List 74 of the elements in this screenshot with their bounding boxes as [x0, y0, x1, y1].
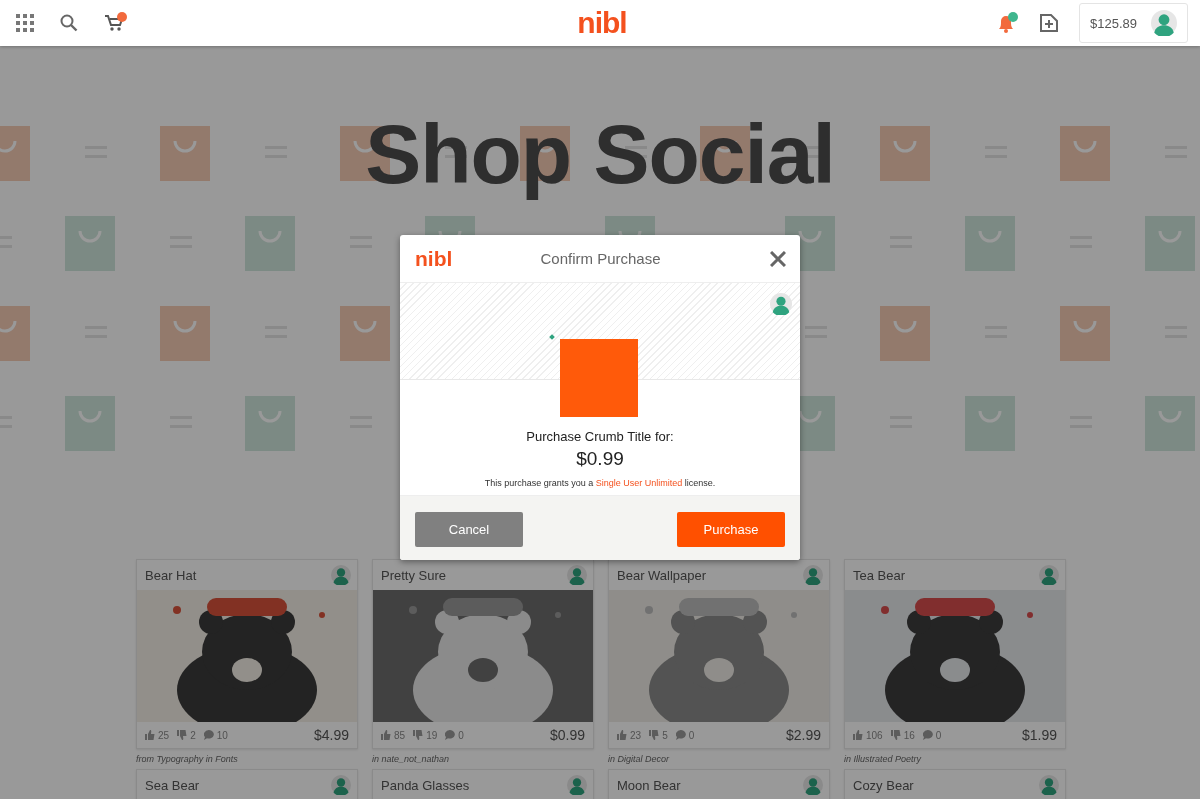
thumbs-up-icon[interactable]	[381, 730, 391, 740]
dislike-count: 5	[662, 729, 668, 741]
page-heading: Shop Social	[364, 106, 836, 203]
like-count: 106	[866, 729, 883, 741]
card-title: Sea Bear	[145, 777, 200, 793]
license-link[interactable]: Single User Unlimited	[595, 478, 683, 488]
avatar-icon[interactable]	[1039, 775, 1059, 795]
purchase-button[interactable]: Purchase	[677, 512, 785, 547]
close-icon[interactable]	[770, 250, 786, 267]
comment-count: 0	[935, 729, 942, 741]
product-card[interactable]: Pretty Sure 85 19 0 $0.99	[372, 559, 594, 749]
avatar-icon[interactable]	[803, 775, 823, 795]
card-caption: in nate_not_nathan	[372, 753, 451, 766]
product-card[interactable]: Bear Hat 25 2 10 $4.99	[136, 559, 358, 749]
apps-grid-icon[interactable]	[16, 14, 34, 32]
card-title: Panda Glasses	[381, 777, 470, 793]
avatar-icon[interactable]	[770, 293, 792, 315]
price-label: $4.99	[313, 727, 349, 743]
avatar-icon[interactable]	[331, 565, 351, 585]
comment-icon[interactable]	[675, 730, 686, 740]
like-count: 85	[394, 729, 406, 741]
comment-icon[interactable]	[922, 730, 933, 740]
avatar-icon[interactable]	[567, 775, 587, 795]
dislike-count: 16	[903, 729, 915, 741]
product-card[interactable]: Moon Bear	[608, 769, 830, 799]
card-title: Bear Hat	[145, 567, 197, 583]
add-page-icon[interactable]	[1039, 13, 1059, 33]
card-title: Bear Wallpaper	[617, 567, 707, 583]
product-card[interactable]: Bear Wallpaper 23 5 0 $2.99	[608, 559, 830, 749]
dislike-count: 19	[426, 729, 438, 741]
price-label: $2.99	[785, 727, 821, 743]
card-title: Cozy Bear	[853, 777, 914, 793]
nibl-logo: nibl	[415, 246, 454, 271]
card-caption: in Digital Decor	[608, 753, 671, 766]
product-card[interactable]: Cozy Bear	[844, 769, 1066, 799]
cancel-button[interactable]: Cancel	[415, 512, 523, 547]
comment-count: 0	[458, 729, 464, 741]
price-label: $0.99	[549, 727, 585, 743]
comment-count: 10	[216, 729, 228, 741]
like-count: 25	[158, 729, 170, 741]
card-title: Moon Bear	[617, 777, 681, 793]
purchase-prompt: Purchase Crumb Title for:	[525, 429, 675, 444]
thumbs-down-icon[interactable]	[890, 730, 901, 740]
comment-icon[interactable]	[203, 730, 214, 740]
license-text: This purchase grants you a Single User Unlimited license.	[483, 478, 717, 488]
avatar-icon[interactable]	[1039, 565, 1059, 585]
thumbs-down-icon[interactable]	[413, 730, 424, 740]
price-label: $1.99	[1021, 727, 1057, 743]
product-card[interactable]: Panda Glasses	[372, 769, 594, 799]
avatar-icon[interactable]	[567, 565, 587, 585]
product-card[interactable]: Sea Bear	[136, 769, 358, 799]
avatar-icon[interactable]	[1151, 10, 1177, 36]
comment-icon[interactable]	[445, 730, 456, 740]
card-title: Pretty Sure	[381, 567, 447, 583]
dislike-count: 2	[190, 729, 196, 741]
product-card[interactable]: Tea Bear 106 16 0 $1.99	[844, 559, 1066, 749]
thumbs-up-icon[interactable]	[145, 730, 155, 740]
nibl-logo[interactable]: nibl	[577, 6, 627, 40]
avatar-icon[interactable]	[331, 775, 351, 795]
like-count: 23	[630, 729, 642, 741]
cart-icon[interactable]	[104, 12, 128, 34]
thumbs-up-icon[interactable]	[617, 730, 627, 740]
balance-button[interactable]: $125.89	[1079, 3, 1188, 43]
card-caption: from Typography in Fonts	[136, 753, 239, 766]
search-icon[interactable]	[60, 14, 78, 32]
price-label: $0.99	[575, 448, 625, 470]
thumbs-down-icon[interactable]	[177, 730, 188, 740]
card-title: Tea Bear	[853, 567, 906, 583]
comment-count: 0	[688, 729, 695, 741]
thumbs-up-icon[interactable]	[853, 730, 863, 740]
avatar-icon[interactable]	[803, 565, 823, 585]
card-caption: in Illustrated Poetry	[844, 753, 923, 766]
dialog-title: Confirm Purchase	[539, 250, 662, 267]
thumbs-down-icon[interactable]	[649, 730, 660, 740]
